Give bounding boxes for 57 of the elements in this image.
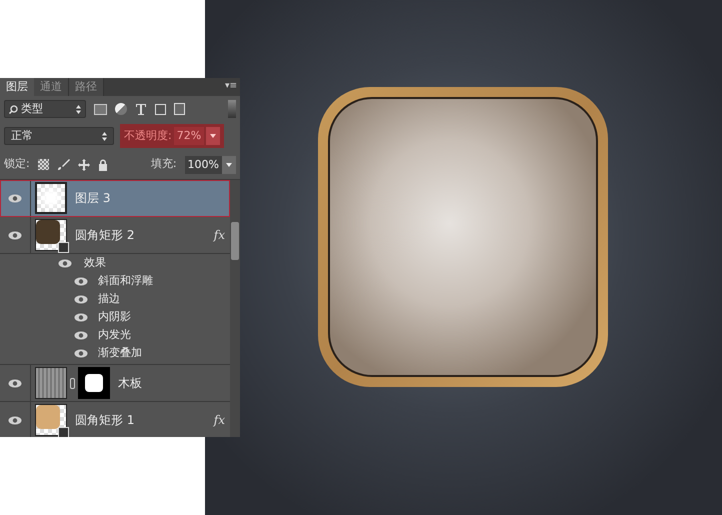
panel-tab[interactable]: 图层: [0, 78, 34, 96]
fx-label: fx: [214, 227, 226, 244]
brush-icon[interactable]: [56, 158, 70, 171]
blend-mode-dropdown[interactable]: 正常: [4, 127, 114, 145]
eye-icon[interactable]: [8, 416, 22, 424]
image-filter-icon[interactable]: [94, 104, 107, 114]
move-icon[interactable]: [78, 158, 90, 170]
layer-thumbnail: [35, 219, 67, 251]
filter-dropdown[interactable]: 类型: [4, 100, 86, 118]
effect-name[interactable]: 斜面和浮雕: [98, 272, 153, 290]
search-icon: [9, 104, 18, 114]
layer-thumbnail: [35, 182, 67, 214]
lock-transparent-icon[interactable]: [38, 159, 49, 170]
eye-icon[interactable]: [8, 230, 22, 240]
effect-name[interactable]: 描边: [98, 290, 120, 308]
dropdown-button[interactable]: [222, 156, 236, 174]
mask-thumbnail: [78, 367, 110, 399]
filter-toggle[interactable]: [228, 100, 236, 118]
effect-name[interactable]: 内阴影: [98, 308, 131, 326]
fill-label: 填充:: [150, 156, 177, 172]
type-filter-icon[interactable]: [135, 103, 147, 115]
up-down-arrows-icon: [76, 104, 81, 114]
scrollbar[interactable]: [230, 180, 240, 437]
caret-icon: [226, 162, 232, 166]
eye-icon[interactable]: [8, 194, 22, 202]
eye-icon[interactable]: [74, 312, 88, 322]
eye-icon[interactable]: [8, 378, 22, 388]
dropdown-button[interactable]: [206, 127, 220, 145]
effect-name[interactable]: 内发光: [98, 326, 131, 344]
fill-field[interactable]: 100%: [184, 156, 222, 174]
fx-label: fx: [214, 412, 226, 429]
eye-icon[interactable]: [74, 348, 88, 358]
layer-row[interactable]: 图层 3: [0, 180, 230, 217]
lock-label: 锁定:: [4, 156, 30, 172]
effects-label: 效果: [84, 254, 106, 271]
eye-icon[interactable]: [74, 330, 88, 340]
layer-row[interactable]: 木板: [0, 365, 230, 402]
eye-icon[interactable]: [58, 258, 72, 268]
eye-icon[interactable]: [74, 294, 88, 304]
layer-name: 木板: [118, 375, 142, 392]
layer-thumbnail: [35, 367, 67, 399]
layer-row[interactable]: 圆角矩形 2 fx: [0, 217, 230, 254]
eye-icon[interactable]: [74, 276, 88, 286]
effect-name[interactable]: 渐变叠加: [98, 344, 142, 362]
layer-thumbnail: [35, 404, 67, 436]
link-icon[interactable]: [70, 378, 75, 388]
opacity-control[interactable]: 不透明度: 72%: [120, 124, 224, 148]
opacity-field[interactable]: 72%: [174, 127, 204, 145]
adjustment-filter-icon[interactable]: [115, 103, 127, 115]
layer-name: 圆角矩形 2: [75, 227, 134, 244]
layer-name: 图层 3: [75, 190, 110, 207]
shape-filter-icon[interactable]: [155, 104, 166, 114]
panel-menu-button[interactable]: ▾≡: [224, 80, 240, 94]
layer-name: 圆角矩形 1: [75, 412, 134, 429]
lock-icon[interactable]: [98, 158, 108, 170]
caret-icon: [210, 134, 216, 138]
up-down-arrows-icon: [102, 132, 107, 140]
